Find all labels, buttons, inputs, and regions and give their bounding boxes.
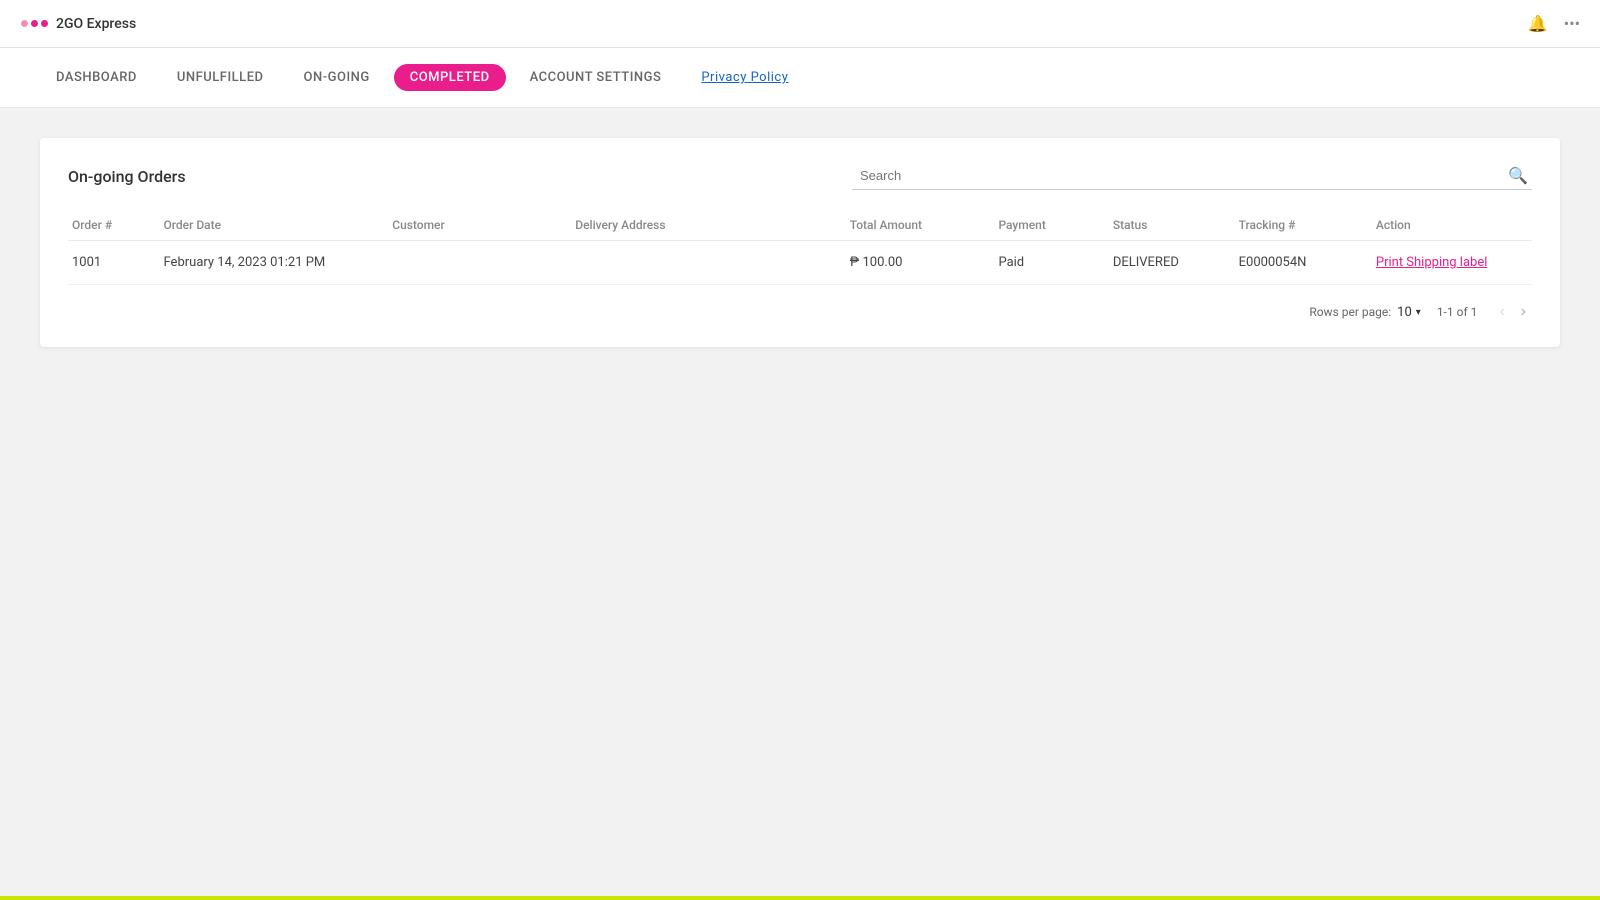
nav-item-account-settings[interactable]: ACCOUNT SETTINGS	[514, 64, 678, 91]
cell-customer	[388, 241, 571, 285]
navbar: DASHBOARD UNFULFILLED ON-GOING COMPLETED…	[0, 48, 1600, 108]
col-header-date: Order Date	[160, 210, 389, 241]
col-header-order: Order #	[68, 210, 160, 241]
col-header-delivery: Delivery Address	[571, 210, 846, 241]
cell-order: 1001	[68, 241, 160, 285]
table-title: On-going Orders	[68, 167, 186, 186]
logo-dot-2	[31, 20, 38, 27]
rows-per-page: Rows per page: 10 ▾	[1309, 305, 1421, 320]
rows-per-page-select[interactable]: 10 ▾	[1397, 305, 1421, 320]
nav-item-completed[interactable]: COMPLETED	[394, 64, 506, 91]
page-nav: ‹ ›	[1493, 301, 1532, 323]
prev-page-button[interactable]: ‹	[1493, 301, 1510, 323]
logo-icon	[20, 15, 48, 33]
pagination-row: Rows per page: 10 ▾ 1-1 of 1 ‹ ›	[68, 285, 1532, 323]
table-header-row: Order # Order Date Customer Delivery Add…	[68, 210, 1532, 241]
search-input[interactable]	[852, 164, 1504, 187]
nav-item-unfulfilled[interactable]: UNFULFILLED	[161, 64, 280, 91]
orders-table: Order # Order Date Customer Delivery Add…	[68, 210, 1532, 285]
col-header-amount: Total Amount	[846, 210, 995, 241]
more-icon[interactable]: •••	[1564, 14, 1580, 33]
col-header-action: Action	[1372, 210, 1532, 241]
main-content: On-going Orders 🔍 Order # Order Date Cus…	[0, 108, 1600, 377]
bottom-accent	[0, 896, 1600, 900]
search-box: 🔍	[852, 162, 1532, 190]
topbar-left: 2GO Express	[20, 15, 136, 33]
cell-date: February 14, 2023 01:21 PM	[160, 241, 389, 285]
nav-item-on-going[interactable]: ON-GOING	[288, 64, 386, 91]
rows-per-page-value: 10	[1397, 305, 1412, 320]
cell-payment: Paid	[994, 241, 1108, 285]
col-header-status: Status	[1109, 210, 1235, 241]
print-shipping-label-link[interactable]: Print Shipping label	[1376, 255, 1488, 270]
cell-amount: ₱ 100.00	[846, 241, 995, 285]
col-header-tracking: Tracking #	[1235, 210, 1372, 241]
search-icon[interactable]: 🔍	[1504, 162, 1532, 189]
page-info: 1-1 of 1	[1437, 305, 1478, 319]
nav-item-dashboard[interactable]: DASHBOARD	[40, 64, 153, 91]
topbar-right: 🔔 •••	[1528, 14, 1580, 33]
next-page-button[interactable]: ›	[1515, 301, 1532, 323]
topbar: 2GO Express 🔔 •••	[0, 0, 1600, 48]
cell-delivery	[571, 241, 846, 285]
logo-dot-1	[21, 20, 28, 27]
col-header-customer: Customer	[388, 210, 571, 241]
table-card: On-going Orders 🔍 Order # Order Date Cus…	[40, 138, 1560, 347]
rows-per-page-label: Rows per page:	[1309, 305, 1391, 319]
nav-item-privacy-policy[interactable]: Privacy Policy	[685, 64, 804, 91]
app-name: 2GO Express	[56, 16, 136, 32]
cell-status: DELIVERED	[1109, 241, 1235, 285]
cell-action: Print Shipping label	[1372, 241, 1532, 285]
table-row: 1001 February 14, 2023 01:21 PM ₱ 100.00…	[68, 241, 1532, 285]
notification-icon[interactable]: 🔔	[1528, 14, 1548, 33]
cell-tracking: E0000054N	[1235, 241, 1372, 285]
chevron-down-icon: ▾	[1416, 307, 1421, 318]
col-header-payment: Payment	[994, 210, 1108, 241]
logo-dot-3	[41, 20, 48, 27]
table-header: On-going Orders 🔍	[68, 162, 1532, 190]
